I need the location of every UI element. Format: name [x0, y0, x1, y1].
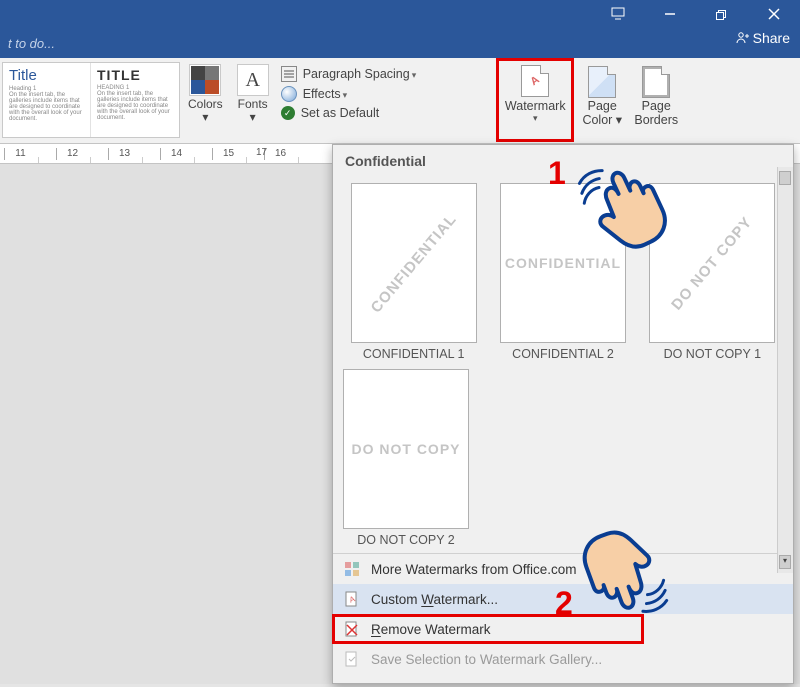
style-title: Title: [9, 67, 84, 84]
office-icon: [343, 560, 361, 578]
window-titlebar: [0, 0, 800, 28]
window-minimize-button[interactable]: [650, 0, 690, 28]
watermark-tile-do-not-copy-2[interactable]: DO NOT COPY DO NOT COPY 2: [343, 369, 469, 547]
share-button[interactable]: Share: [735, 30, 790, 46]
tell-me-input[interactable]: t to do...: [8, 36, 55, 51]
annotation-number-1: 1: [548, 155, 566, 192]
document-formatting-gallery[interactable]: Title Heading 1 On the insert tab, the g…: [2, 62, 180, 138]
chevron-down-icon: ▾: [533, 113, 538, 124]
dropdown-scrollbar[interactable]: ▾: [777, 167, 793, 573]
watermark-tile-confidential-2[interactable]: CONFIDENTIAL CONFIDENTIAL 2: [492, 183, 633, 361]
fonts-icon: A: [237, 64, 269, 96]
style-card-title-1[interactable]: Title Heading 1 On the insert tab, the g…: [3, 63, 91, 137]
style-card-title-2[interactable]: TITLE HEADING 1 On the insert tab, the g…: [91, 63, 179, 137]
watermark-gallery: CONFIDENTIAL CONFIDENTIAL 1 CONFIDENTIAL…: [333, 177, 793, 363]
effects-button[interactable]: Effects: [281, 86, 417, 102]
window-restore-button[interactable]: [702, 0, 742, 28]
colors-button[interactable]: Colors ▾: [182, 62, 229, 138]
ruler-end-marker: 17: [256, 147, 267, 158]
save-gallery-icon: [343, 650, 361, 668]
annotation-number-2: 2: [555, 585, 573, 622]
paragraph-spacing-icon: [281, 66, 297, 82]
style-title: TITLE: [97, 67, 173, 83]
menu-save-selection-gallery: Save Selection to Watermark Gallery...: [333, 644, 793, 674]
paragraph-group: Paragraph Spacing Effects ✓ Set as Defau…: [277, 62, 423, 143]
menu-more-watermarks[interactable]: More Watermarks from Office.com ▸: [333, 554, 793, 584]
colors-icon: [189, 64, 221, 96]
page-color-button[interactable]: Page Color ▾: [576, 62, 628, 142]
page-borders-icon: [642, 66, 670, 98]
watermark-tile-confidential-1[interactable]: CONFIDENTIAL CONFIDENTIAL 1: [343, 183, 484, 361]
share-label: Share: [753, 30, 790, 46]
ribbon-display-options-icon[interactable]: [598, 0, 638, 28]
watermark-icon: A: [521, 65, 549, 97]
ribbon: Title Heading 1 On the insert tab, the g…: [0, 58, 800, 144]
set-as-default-button[interactable]: ✓ Set as Default: [281, 106, 417, 120]
scroll-up-button[interactable]: [779, 171, 791, 185]
watermark-tile-do-not-copy-1[interactable]: DO NOT COPY DO NOT COPY 1: [642, 183, 783, 361]
effects-icon: [281, 86, 297, 102]
window-close-button[interactable]: [754, 0, 794, 28]
remove-watermark-icon: [343, 620, 361, 638]
custom-watermark-icon: A: [343, 590, 361, 608]
ribbon-tabs-area: t to do... Share: [0, 28, 800, 58]
check-icon: ✓: [281, 106, 295, 120]
user-share-icon: [735, 31, 749, 45]
page-borders-button[interactable]: Page Borders: [630, 62, 682, 142]
scroll-down-button[interactable]: ▾: [779, 555, 791, 569]
watermark-button[interactable]: A Watermark ▾: [496, 58, 574, 142]
fonts-button[interactable]: A Fonts ▾: [231, 62, 275, 138]
paragraph-spacing-button[interactable]: Paragraph Spacing: [281, 66, 417, 82]
page-color-icon: [588, 66, 616, 98]
